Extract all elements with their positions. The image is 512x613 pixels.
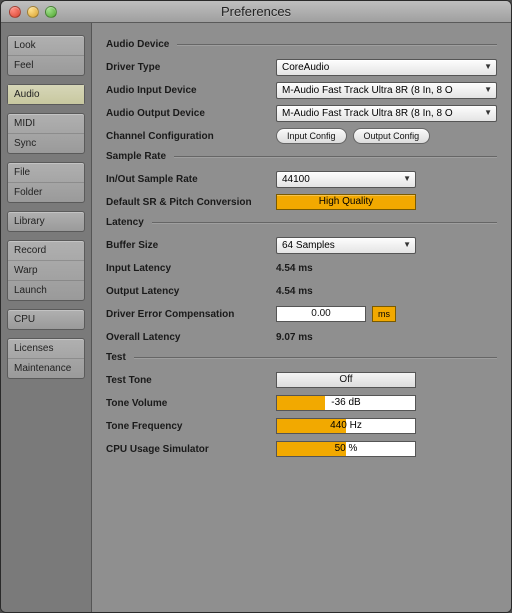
default-sr-button[interactable]: High Quality: [276, 194, 416, 210]
sidebar-item-file[interactable]: File: [8, 163, 84, 183]
sidebar-item-audio[interactable]: Audio: [8, 85, 84, 104]
content-panel: Audio Device Driver Type CoreAudio Audio…: [91, 23, 511, 612]
overall-latency-label: Overall Latency: [106, 332, 276, 343]
section-audio-device: Audio Device: [106, 39, 497, 50]
section-sample-rate: Sample Rate: [106, 151, 497, 162]
sidebar: LookFeel Audio MIDISync FileFolder Library Re…: [1, 23, 91, 612]
sidebar-group: MIDISync: [7, 113, 85, 154]
input-config-button[interactable]: Input Config: [276, 128, 347, 144]
sidebar-item-maintenance[interactable]: Maintenance: [8, 359, 84, 378]
sidebar-item-launch[interactable]: Launch: [8, 281, 84, 300]
audio-output-device-label: Audio Output Device: [106, 108, 276, 119]
sidebar-item-feel[interactable]: Feel: [8, 56, 84, 75]
output-config-button[interactable]: Output Config: [353, 128, 431, 144]
sidebar-item-look[interactable]: Look: [8, 36, 84, 56]
window-title: Preferences: [1, 4, 511, 19]
test-tone-label: Test Tone: [106, 375, 276, 386]
output-latency-value: 4.54 ms: [276, 286, 313, 297]
audio-input-device-label: Audio Input Device: [106, 85, 276, 96]
section-latency: Latency: [106, 217, 497, 228]
default-sr-label: Default SR & Pitch Conversion: [106, 197, 276, 208]
sidebar-group: RecordWarpLaunch: [7, 240, 85, 301]
sidebar-item-licenses[interactable]: Licenses: [8, 339, 84, 359]
buffer-size-dropdown[interactable]: 64 Samples: [276, 237, 416, 254]
buffer-size-label: Buffer Size: [106, 240, 276, 251]
overall-latency-value: 9.07 ms: [276, 332, 313, 343]
cpu-sim-slider[interactable]: 50 %: [276, 441, 416, 457]
sidebar-group: Audio: [7, 84, 85, 105]
tone-frequency-label: Tone Frequency: [106, 421, 276, 432]
sidebar-item-library[interactable]: Library: [8, 212, 84, 231]
driver-type-dropdown[interactable]: CoreAudio: [276, 59, 497, 76]
sidebar-item-cpu[interactable]: CPU: [8, 310, 84, 329]
audio-input-device-dropdown[interactable]: M-Audio Fast Track Ultra 8R (8 In, 8 O: [276, 82, 497, 99]
sidebar-item-folder[interactable]: Folder: [8, 183, 84, 202]
sidebar-group: LookFeel: [7, 35, 85, 76]
sidebar-item-sync[interactable]: Sync: [8, 134, 84, 153]
sidebar-item-warp[interactable]: Warp: [8, 261, 84, 281]
driver-error-comp-label: Driver Error Compensation: [106, 309, 276, 320]
sidebar-group: Library: [7, 211, 85, 232]
input-latency-label: Input Latency: [106, 263, 276, 274]
titlebar: Preferences: [1, 1, 511, 23]
output-latency-label: Output Latency: [106, 286, 276, 297]
sidebar-group: LicensesMaintenance: [7, 338, 85, 379]
input-latency-value: 4.54 ms: [276, 263, 313, 274]
sidebar-item-midi[interactable]: MIDI: [8, 114, 84, 134]
tone-frequency-slider[interactable]: 440 Hz: [276, 418, 416, 434]
tone-volume-slider[interactable]: -36 dB: [276, 395, 416, 411]
cpu-sim-label: CPU Usage Simulator: [106, 444, 276, 455]
test-tone-toggle[interactable]: Off: [276, 372, 416, 388]
sample-rate-label: In/Out Sample Rate: [106, 174, 276, 185]
sidebar-item-record[interactable]: Record: [8, 241, 84, 261]
section-test: Test: [106, 352, 497, 363]
channel-config-label: Channel Configuration: [106, 131, 276, 142]
driver-error-comp-unit: ms: [372, 306, 396, 322]
sidebar-group: CPU: [7, 309, 85, 330]
driver-type-label: Driver Type: [106, 62, 276, 73]
sample-rate-dropdown[interactable]: 44100: [276, 171, 416, 188]
driver-error-comp-input[interactable]: 0.00: [276, 306, 366, 322]
tone-volume-label: Tone Volume: [106, 398, 276, 409]
audio-output-device-dropdown[interactable]: M-Audio Fast Track Ultra 8R (8 In, 8 O: [276, 105, 497, 122]
sidebar-group: FileFolder: [7, 162, 85, 203]
preferences-window: Preferences LookFeel Audio MIDISync FileFol…: [0, 0, 512, 613]
